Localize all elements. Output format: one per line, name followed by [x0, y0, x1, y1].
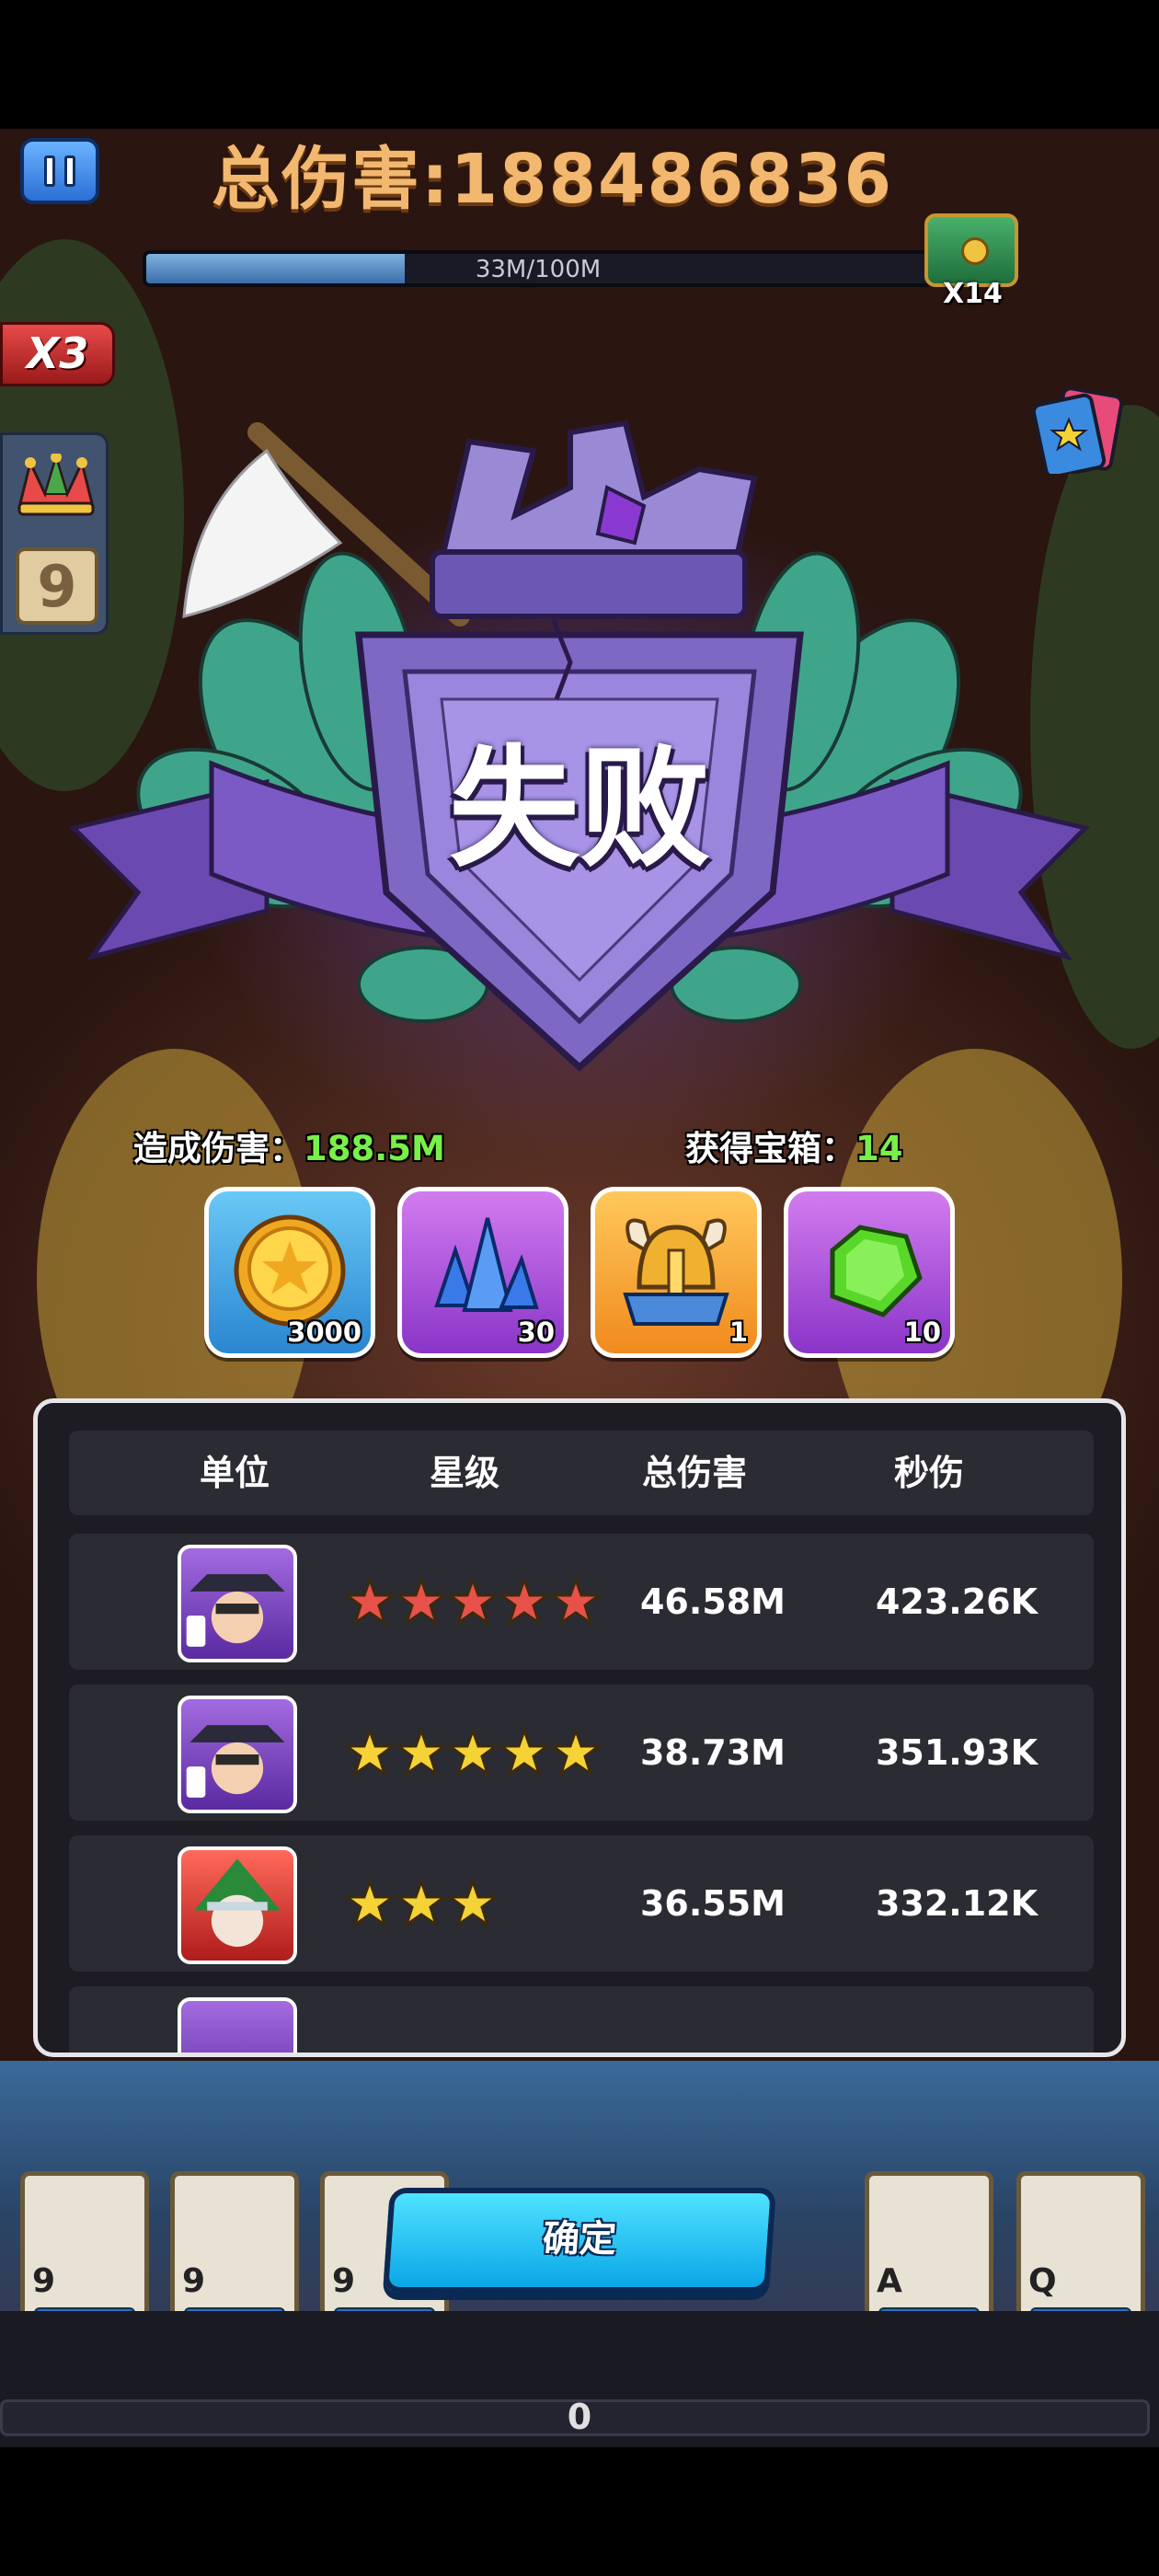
star-icon — [551, 1729, 601, 1777]
star-icon — [396, 1729, 446, 1777]
total-damage-value: 36.55M — [639, 1883, 786, 1924]
star-icon — [345, 1729, 395, 1777]
star-rating — [345, 1578, 601, 1626]
green-gem-icon — [830, 1225, 923, 1317]
reward-item-gold[interactable]: 3000 — [204, 1187, 375, 1358]
chest-count: X14 — [943, 278, 1003, 310]
stats-row[interactable]: 46.58M 423.26K — [69, 1534, 1094, 1670]
confirm-button[interactable]: 确定 — [383, 2188, 776, 2293]
speed-multiplier-button[interactable]: X3 — [0, 322, 115, 386]
star-icon — [396, 1578, 446, 1626]
gold-coin-icon — [234, 1214, 346, 1327]
star-icon — [448, 1729, 498, 1777]
reward-qty: 3000 — [287, 1317, 361, 1348]
total-damage-value: 46.58M — [639, 1581, 786, 1622]
reward-item-crystal[interactable]: 30 — [397, 1187, 568, 1358]
unit-card[interactable]: 9 — [170, 2171, 299, 2332]
stats-header: 单位 星级 总伤害 秒伤 — [69, 1431, 1094, 1515]
purple-hat-hero-portrait — [178, 1696, 297, 1813]
star-icon — [345, 1578, 395, 1626]
star-icon — [499, 1729, 549, 1777]
green-hood-hero-portrait — [178, 1846, 297, 1964]
chests-earned-label: 获得宝箱： — [685, 1129, 855, 1168]
reward-qty: 30 — [517, 1317, 555, 1348]
pause-button[interactable] — [20, 138, 99, 204]
defeat-title: 失败 — [449, 733, 710, 885]
damage-progress-bar: 33M/100M — [143, 250, 934, 287]
star-icon — [448, 1578, 498, 1626]
total-damage-value: 38.73M — [639, 1732, 786, 1773]
reward-item-gem[interactable]: 10 — [784, 1187, 955, 1358]
reward-item-helmet[interactable]: 1 — [591, 1187, 762, 1358]
reward-list: 3000 30 1 10 — [204, 1187, 955, 1362]
dps-value: 351.93K — [875, 1732, 1039, 1773]
header-dps: 秒伤 — [893, 1453, 964, 1493]
viking-helmet-icon — [623, 1218, 729, 1326]
star-icon — [448, 1880, 498, 1927]
star-icon — [396, 1880, 446, 1927]
energy-count: 0 — [567, 2397, 592, 2437]
dps-value: 423.26K — [875, 1581, 1039, 1622]
damage-stats-panel[interactable]: 单位 星级 总伤害 秒伤 46.58M 423.26K 38.73M 351.9… — [33, 1398, 1126, 2057]
chests-earned-summary: 获得宝箱：14 — [685, 1121, 903, 1170]
reward-qty: 1 — [729, 1317, 748, 1348]
blue-crystal-icon — [434, 1217, 539, 1312]
treasure-chest-icon[interactable] — [924, 213, 1018, 287]
unit-card[interactable]: Q — [1016, 2171, 1145, 2332]
unit-card[interactable]: 9 — [20, 2171, 149, 2332]
header-unit: 单位 — [199, 1453, 270, 1493]
star-icon — [551, 1578, 601, 1626]
dps-value: 332.12K — [875, 1883, 1039, 1924]
stats-row-partial[interactable] — [69, 1986, 1094, 2053]
reward-qty: 10 — [903, 1317, 941, 1348]
total-damage-label: 总伤害:188486836 — [212, 140, 893, 219]
star-icon — [345, 1880, 395, 1927]
star-icon — [499, 1578, 549, 1626]
header-total-damage: 总伤害 — [641, 1453, 747, 1493]
header-stars: 星级 — [429, 1453, 499, 1493]
star-rating — [345, 1729, 601, 1777]
damage-dealt-value: 188.5M — [304, 1129, 445, 1168]
unit-card[interactable]: A — [865, 2171, 993, 2332]
purple-hat-hero-portrait — [178, 1545, 297, 1662]
chests-earned-value: 14 — [855, 1129, 903, 1168]
damage-dealt-label: 造成伤害： — [133, 1129, 304, 1168]
star-rating — [345, 1880, 498, 1927]
stats-row[interactable]: 38.73M 351.93K — [69, 1685, 1094, 1821]
purple-hat-hero-portrait — [178, 1997, 297, 2053]
stats-row[interactable]: 36.55M 332.12K — [69, 1835, 1094, 1972]
damage-dealt-summary: 造成伤害：188.5M — [133, 1121, 445, 1170]
progress-text: 33M/100M — [475, 256, 602, 283]
